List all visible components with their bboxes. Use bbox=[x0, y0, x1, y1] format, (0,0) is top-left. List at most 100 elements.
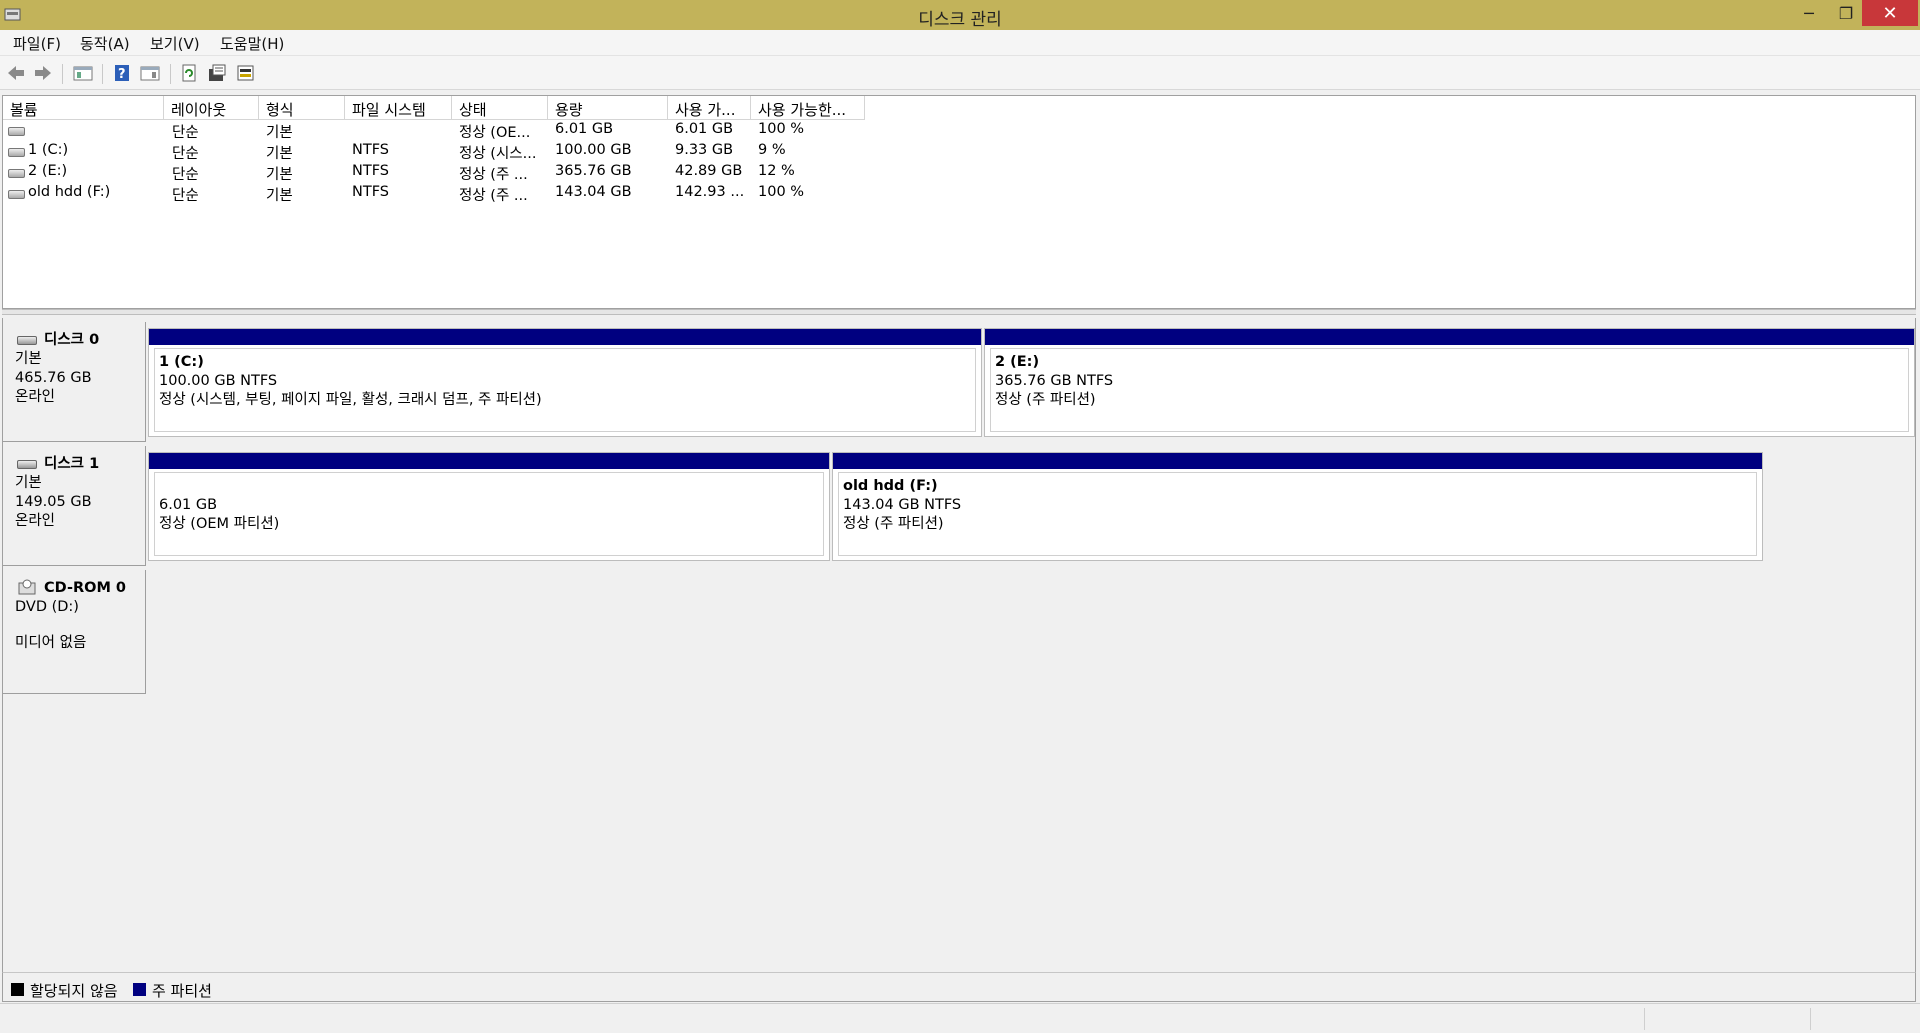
column-header-type[interactable]: 형식 bbox=[259, 96, 345, 120]
primary-partition-bar bbox=[833, 453, 1762, 469]
disk-settings-icon[interactable] bbox=[236, 63, 256, 83]
volume-list: 볼륨 레이아웃 형식 파일 시스템 상태 용량 사용 가... 사용 가능한..… bbox=[2, 95, 1916, 309]
console-tree-icon[interactable] bbox=[73, 63, 93, 83]
disk-type: 기본 bbox=[15, 475, 42, 491]
cell-free-space: 6.01 GB bbox=[675, 121, 734, 137]
cell-capacity: 100.00 GB bbox=[555, 142, 632, 158]
disk-size: 149.05 GB bbox=[15, 494, 92, 510]
partition-size: 6.01 GB bbox=[159, 497, 218, 513]
column-header-layout[interactable]: 레이아웃 bbox=[164, 96, 259, 120]
partition-status: 정상 (주 파티션) bbox=[995, 392, 1096, 408]
column-header-status[interactable]: 상태 bbox=[452, 96, 548, 120]
partition-e[interactable]: 2 (E:) 365.76 GB NTFS 정상 (주 파티션) bbox=[984, 328, 1915, 437]
disk-1-label[interactable]: 디스크 1 기본 149.05 GB 온라인 bbox=[3, 446, 146, 566]
column-header-volume[interactable]: 볼륨 bbox=[3, 96, 164, 120]
partition-size: 100.00 GB NTFS bbox=[159, 373, 278, 389]
table-row[interactable]: old hdd (F:) 단순 기본 NTFS 정상 (주 ... 143.04… bbox=[3, 184, 1915, 205]
minimize-button[interactable]: ─ bbox=[1790, 0, 1828, 26]
legend-primary-partition: 주 파티션 bbox=[152, 982, 212, 1000]
table-row[interactable]: 단순 기본 정상 (OE... 6.01 GB 6.01 GB 100 % bbox=[3, 121, 1915, 142]
disk-0-label[interactable]: 디스크 0 기본 465.76 GB 온라인 bbox=[3, 322, 146, 442]
disk-type: DVD (D:) bbox=[15, 599, 79, 615]
pane-splitter[interactable] bbox=[2, 309, 1916, 315]
cell-type: 기본 bbox=[266, 188, 293, 204]
volume-icon bbox=[8, 148, 25, 157]
cell-free-space: 42.89 GB bbox=[675, 163, 743, 179]
forward-arrow-icon[interactable] bbox=[33, 63, 53, 83]
hard-disk-icon bbox=[17, 460, 37, 469]
partition-name bbox=[159, 477, 823, 496]
help-icon[interactable]: ? bbox=[112, 63, 132, 83]
cell-file-system: NTFS bbox=[352, 142, 389, 158]
legend-unallocated: 할당되지 않음 bbox=[30, 982, 118, 1000]
cell-type: 기본 bbox=[266, 146, 293, 162]
menu-bar: 파일(F) 동작(A) 보기(V) 도움말(H) bbox=[0, 30, 1920, 56]
cell-volume: old hdd (F:) bbox=[28, 184, 111, 200]
disk-status: 미디어 없음 bbox=[15, 635, 87, 651]
refresh-icon[interactable] bbox=[179, 63, 199, 83]
column-header-capacity[interactable]: 용량 bbox=[548, 96, 668, 120]
svg-text:?: ? bbox=[118, 67, 126, 82]
partition-status: 정상 (주 파티션) bbox=[843, 516, 944, 532]
cell-type: 기본 bbox=[266, 167, 293, 183]
cell-status: 정상 (OE... bbox=[459, 125, 531, 141]
partition-name: old hdd (F:) bbox=[843, 478, 938, 494]
window-title: 디스크 관리 bbox=[918, 10, 1002, 30]
partition-status: 정상 (OEM 파티션) bbox=[159, 516, 280, 532]
menu-action[interactable]: 동작(A) bbox=[80, 33, 130, 54]
hard-disk-icon bbox=[17, 336, 37, 345]
partition-size: 143.04 GB NTFS bbox=[843, 497, 962, 513]
cdrom-0-label[interactable]: CD-ROM 0 DVD (D:) 미디어 없음 bbox=[3, 570, 146, 694]
toolbar: ? bbox=[0, 56, 1920, 90]
table-row[interactable]: 2 (E:) 단순 기본 NTFS 정상 (주 ... 365.76 GB 42… bbox=[3, 163, 1915, 184]
cell-file-system: NTFS bbox=[352, 163, 389, 179]
close-button[interactable]: ✕ bbox=[1862, 0, 1918, 26]
menu-file[interactable]: 파일(F) bbox=[13, 33, 61, 54]
cell-volume: 1 (C:) bbox=[28, 142, 69, 158]
legend: 할당되지 않음 주 파티션 bbox=[2, 972, 1916, 1002]
primary-partition-bar bbox=[985, 329, 1914, 345]
show-pane-icon[interactable] bbox=[140, 63, 160, 83]
disk-graph-pane: 디스크 0 기본 465.76 GB 온라인 1 (C:) 100.00 GB … bbox=[2, 318, 1916, 972]
partition-status: 정상 (시스템, 부팅, 페이지 파일, 활성, 크래시 덤프, 주 파티션) bbox=[159, 392, 542, 408]
partition-oem[interactable]: 6.01 GB 정상 (OEM 파티션) bbox=[148, 452, 830, 561]
partition-f[interactable]: old hdd (F:) 143.04 GB NTFS 정상 (주 파티션) bbox=[832, 452, 1763, 561]
menu-view[interactable]: 보기(V) bbox=[150, 33, 200, 54]
cell-file-system: NTFS bbox=[352, 184, 389, 200]
column-header-file-system[interactable]: 파일 시스템 bbox=[345, 96, 452, 120]
disk-status: 온라인 bbox=[15, 513, 56, 529]
cd-rom-drive-icon bbox=[18, 579, 36, 595]
column-header-percent-free[interactable]: 사용 가능한... bbox=[751, 96, 865, 120]
menu-help[interactable]: 도움말(H) bbox=[220, 33, 284, 54]
title-bar: 디스크 관리 ─ ❐ ✕ bbox=[0, 0, 1920, 30]
back-arrow-icon[interactable] bbox=[6, 63, 26, 83]
volume-icon bbox=[8, 127, 25, 136]
cell-free-space: 9.33 GB bbox=[675, 142, 734, 158]
cell-percent-free: 12 % bbox=[758, 163, 795, 179]
disk-size: 465.76 GB bbox=[15, 370, 92, 386]
cell-type: 기본 bbox=[266, 125, 293, 141]
properties-icon[interactable] bbox=[207, 63, 227, 83]
partition-name: 2 (E:) bbox=[995, 354, 1040, 370]
table-row[interactable]: 1 (C:) 단순 기본 NTFS 정상 (시스... 100.00 GB 9.… bbox=[3, 142, 1915, 163]
cell-status: 정상 (주 ... bbox=[459, 188, 528, 204]
partition-size: 365.76 GB NTFS bbox=[995, 373, 1114, 389]
cell-capacity: 365.76 GB bbox=[555, 163, 632, 179]
unallocated-swatch bbox=[11, 983, 24, 996]
toolbar-separator bbox=[62, 64, 63, 84]
primary-partition-bar bbox=[149, 329, 981, 345]
disk-status: 온라인 bbox=[15, 389, 56, 405]
cell-volume: 2 (E:) bbox=[28, 163, 68, 179]
cell-layout: 단순 bbox=[172, 125, 199, 141]
volume-icon bbox=[8, 169, 25, 178]
partition-c[interactable]: 1 (C:) 100.00 GB NTFS 정상 (시스템, 부팅, 페이지 파… bbox=[148, 328, 982, 437]
maximize-button[interactable]: ❐ bbox=[1827, 0, 1865, 26]
toolbar-separator bbox=[170, 64, 171, 84]
cell-status: 정상 (주 ... bbox=[459, 167, 528, 183]
cell-capacity: 6.01 GB bbox=[555, 121, 614, 137]
column-header-free-space[interactable]: 사용 가... bbox=[668, 96, 751, 120]
volume-icon bbox=[8, 190, 25, 199]
status-separator bbox=[1810, 1008, 1811, 1030]
cell-layout: 단순 bbox=[172, 146, 199, 162]
status-separator bbox=[1644, 1008, 1645, 1030]
